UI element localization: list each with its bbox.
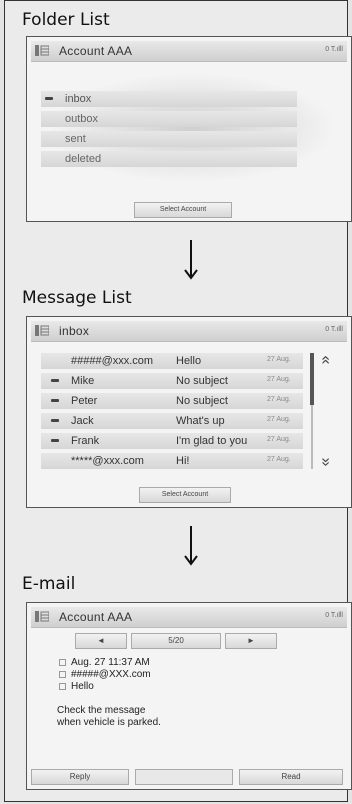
down-arrow-icon bbox=[184, 240, 198, 280]
email-screen: Account AAA 0 T.ılll ◄ 5/20 ► Aug. 27 11… bbox=[26, 602, 352, 790]
folder-label: deleted bbox=[65, 153, 102, 165]
email-body-line: Check the message bbox=[57, 705, 146, 716]
folder-item-outbox[interactable]: outbox bbox=[41, 111, 297, 127]
message-sender: #####@xxx.com bbox=[71, 355, 154, 367]
folder-label: inbox bbox=[65, 93, 92, 105]
message-sender: Mike bbox=[71, 375, 95, 387]
email-subject: Hello bbox=[71, 681, 94, 692]
message-subject: No subject bbox=[176, 375, 228, 387]
folder-title: inbox bbox=[59, 324, 90, 338]
down-arrow-icon bbox=[184, 526, 198, 566]
status-indicators: 0 T.ılll bbox=[325, 326, 343, 333]
message-list-screen: inbox 0 T.ılll #####@xxx.com Hello 27 Au… bbox=[26, 316, 352, 508]
message-row[interactable]: Peter No subject 27 Aug. bbox=[41, 393, 303, 409]
message-subject: No subject bbox=[176, 395, 228, 407]
scroll-up-icon[interactable]: « bbox=[316, 356, 334, 365]
message-row[interactable]: #####@xxx.com Hello 27 Aug. bbox=[41, 353, 303, 369]
phone-mail-icon bbox=[35, 325, 49, 336]
reply-button[interactable]: Reply bbox=[31, 769, 129, 785]
calendar-icon bbox=[59, 659, 66, 666]
message-row[interactable]: *****@xxx.com Hi! 27 Aug. bbox=[41, 453, 303, 469]
message-sender: Peter bbox=[71, 395, 98, 407]
message-date: 27 Aug. bbox=[267, 436, 291, 443]
next-message-button[interactable]: ► bbox=[225, 633, 277, 649]
message-subject: Hi! bbox=[176, 455, 190, 467]
folder-label: sent bbox=[65, 133, 86, 145]
selected-marker-icon bbox=[45, 97, 53, 100]
unread-marker-icon bbox=[51, 419, 59, 422]
scroll-down-icon[interactable]: » bbox=[316, 458, 334, 467]
screen-header: inbox 0 T.ılll bbox=[31, 321, 347, 342]
email-date: Aug. 27 11:37 AM bbox=[71, 657, 150, 668]
message-date: 27 Aug. bbox=[267, 416, 291, 423]
folder-label: outbox bbox=[65, 113, 99, 125]
folder-list-heading: Folder List bbox=[22, 10, 110, 30]
email-from: #####@XXX.com bbox=[71, 669, 151, 680]
folder-item-inbox[interactable]: inbox bbox=[41, 91, 297, 107]
status-indicators: 0 T.ılll bbox=[325, 612, 343, 619]
message-subject: I'm glad to you bbox=[176, 435, 248, 447]
phone-mail-icon bbox=[35, 611, 49, 622]
unread-marker-icon bbox=[51, 379, 59, 382]
unread-marker-icon bbox=[51, 439, 59, 442]
disabled-button bbox=[135, 769, 233, 785]
select-account-button[interactable]: Select Account bbox=[134, 202, 232, 218]
message-row[interactable]: Jack What's up 27 Aug. bbox=[41, 413, 303, 429]
message-subject: Hello bbox=[176, 355, 202, 367]
folder-list-screen: Account AAA 0 T.ılll inbox outbox sent d… bbox=[26, 36, 352, 222]
message-sender: Frank bbox=[71, 435, 100, 447]
message-date: 27 Aug. bbox=[267, 376, 291, 383]
message-row[interactable]: Frank I'm glad to you 27 Aug. bbox=[41, 433, 303, 449]
message-date: 27 Aug. bbox=[267, 456, 291, 463]
previous-message-button[interactable]: ◄ bbox=[75, 633, 127, 649]
message-date: 27 Aug. bbox=[267, 396, 291, 403]
message-row[interactable]: Mike No subject 27 Aug. bbox=[41, 373, 303, 389]
phone-mail-icon bbox=[35, 45, 49, 56]
email-heading: E-mail bbox=[22, 574, 76, 594]
message-subject: What's up bbox=[176, 415, 225, 427]
folder-item-sent[interactable]: sent bbox=[41, 131, 297, 147]
message-date: 27 Aug. bbox=[267, 356, 291, 363]
unread-marker-icon bbox=[51, 399, 59, 402]
email-body-line: when vehicle is parked. bbox=[57, 717, 161, 728]
subject-icon bbox=[59, 683, 66, 690]
screen-header: Account AAA 0 T.ılll bbox=[31, 607, 347, 628]
message-sender: *****@xxx.com bbox=[71, 455, 144, 467]
screen-header: Account AAA 0 T.ılll bbox=[31, 41, 347, 62]
sender-icon bbox=[59, 671, 66, 678]
folder-item-deleted[interactable]: deleted bbox=[41, 151, 297, 167]
scrollbar-thumb[interactable] bbox=[310, 353, 314, 405]
read-button[interactable]: Read bbox=[239, 769, 343, 785]
account-title: Account AAA bbox=[59, 44, 133, 58]
status-indicators: 0 T.ılll bbox=[325, 46, 343, 53]
account-title: Account AAA bbox=[59, 610, 133, 624]
message-counter: 5/20 bbox=[131, 633, 221, 649]
message-sender: Jack bbox=[71, 415, 94, 427]
message-list-heading: Message List bbox=[22, 288, 132, 308]
select-account-button[interactable]: Select Account bbox=[139, 487, 231, 503]
